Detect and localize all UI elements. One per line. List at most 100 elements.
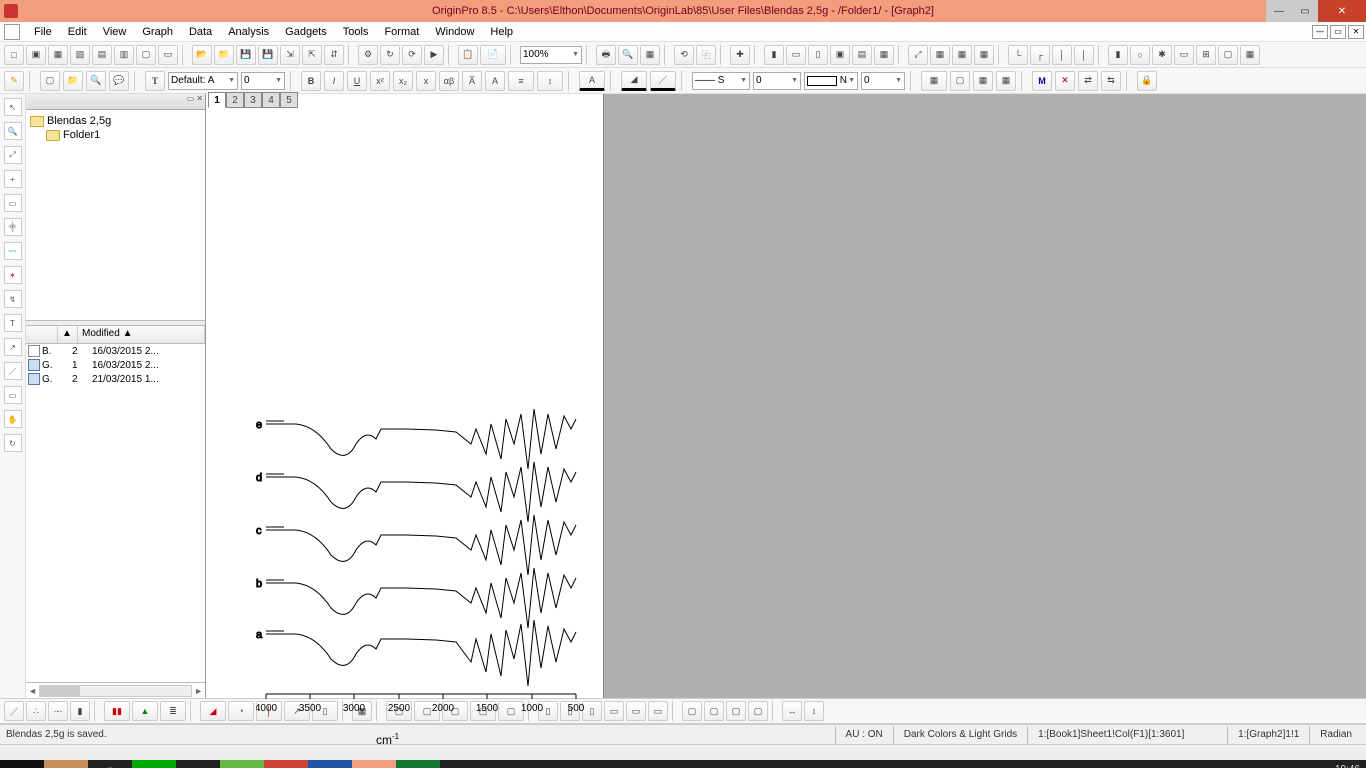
increase-font-button[interactable]: A̅ xyxy=(462,71,482,91)
rescale-button[interactable]: ⤢ xyxy=(908,45,928,65)
mdi-hscroll[interactable] xyxy=(0,744,1366,760)
line-spacing-button[interactable]: ↕ xyxy=(537,71,563,91)
open-dialog-button[interactable]: ▢ xyxy=(40,71,60,91)
swap-mask-button[interactable]: ⇄ xyxy=(1078,71,1098,91)
mask-button[interactable]: M xyxy=(1032,71,1052,91)
bold-button[interactable]: B xyxy=(301,71,321,91)
superscript-button[interactable]: x² xyxy=(370,71,390,91)
pan-tool[interactable]: ⤢ xyxy=(4,146,22,164)
layer-button-5[interactable]: 5 xyxy=(280,92,298,108)
view-windows-button[interactable]: ▦ xyxy=(874,45,894,65)
add-asterisk-button[interactable]: ✱ xyxy=(1152,45,1172,65)
layout-button[interactable]: ▦ xyxy=(973,71,993,91)
layer-button-3[interactable]: 3 xyxy=(244,92,262,108)
add-right-y-button[interactable]: │ xyxy=(1074,45,1094,65)
arrow-tool[interactable]: ↗ xyxy=(4,338,22,356)
pointer-tool[interactable]: ↖ xyxy=(4,98,22,116)
taskbar-powerpoint[interactable]: P xyxy=(264,760,308,768)
underline-button[interactable]: U xyxy=(347,71,367,91)
close-button[interactable]: ✕ xyxy=(1318,0,1366,22)
taskbar-excel[interactable]: X xyxy=(396,760,440,768)
line-plot-button[interactable]: ／ xyxy=(4,701,24,721)
same-width-button[interactable]: ↔ xyxy=(782,701,802,721)
mdi-close[interactable]: ✕ xyxy=(1348,25,1364,39)
taskbar-chrome[interactable]: ◉ xyxy=(176,760,220,768)
batch-button[interactable]: ⚙ xyxy=(358,45,378,65)
menu-tools[interactable]: Tools xyxy=(335,24,377,40)
align-button[interactable]: ≡ xyxy=(508,71,534,91)
taskbar-explorer[interactable]: 📁 xyxy=(44,760,88,768)
unmask-button[interactable]: ✕ xyxy=(1055,71,1075,91)
line-width-combo[interactable]: 0▼ xyxy=(753,72,801,90)
new-notes-button[interactable]: ▭ xyxy=(158,45,178,65)
extract-layers-button[interactable]: ▦ xyxy=(952,45,972,65)
new-layer-button[interactable]: ▦ xyxy=(930,45,950,65)
explorer-button[interactable]: 🔍 xyxy=(86,71,106,91)
line-style-combo[interactable]: —— S▼ xyxy=(692,72,750,90)
font-size-combo[interactable]: 0▼ xyxy=(241,72,285,90)
add-bubble-scale-button[interactable]: ○ xyxy=(1130,45,1150,65)
add-col-button[interactable]: ▮ xyxy=(764,45,784,65)
open-template-button[interactable]: 📁 xyxy=(214,45,234,65)
region-tool[interactable]: ✶ xyxy=(4,266,22,284)
rotate-tool[interactable]: ↻ xyxy=(4,434,22,452)
new-graph-button[interactable]: ▧ xyxy=(70,45,90,65)
font-button[interactable]: T xyxy=(145,71,165,91)
new-project-button[interactable]: □ xyxy=(4,45,24,65)
subscript-button[interactable]: x₂ xyxy=(393,71,413,91)
menu-data[interactable]: Data xyxy=(181,24,220,40)
start-button[interactable]: ⊞ xyxy=(0,760,44,768)
menu-edit[interactable]: Edit xyxy=(60,24,95,40)
new-matrix-button[interactable]: ▤ xyxy=(92,45,112,65)
menu-format[interactable]: Format xyxy=(376,24,427,40)
hand-tool[interactable]: ✋ xyxy=(4,410,22,428)
pattern-value-combo[interactable]: 0▼ xyxy=(861,72,905,90)
folder-button[interactable]: 📁 xyxy=(63,71,83,91)
rect-tool[interactable]: ▭ xyxy=(4,386,22,404)
menu-view[interactable]: View xyxy=(95,24,135,40)
menu-analysis[interactable]: Analysis xyxy=(220,24,277,40)
style-toolbar-button[interactable]: ▦ xyxy=(921,71,947,91)
recalc-all-button[interactable]: ⟳ xyxy=(402,45,422,65)
layer-button-1[interactable]: 1 xyxy=(208,92,226,108)
line-color-button[interactable]: ／ xyxy=(650,71,676,91)
import-ascii-button[interactable]: ⇱ xyxy=(302,45,322,65)
menu-window[interactable]: Window xyxy=(427,24,482,40)
project-tree[interactable]: Blendas 2,5g Folder1 xyxy=(26,110,205,320)
layer-button-4[interactable]: 4 xyxy=(262,92,280,108)
system-tray[interactable]: ▲ ⚑ ᯤ ▮ 🔊 19:46 21/03/2015 xyxy=(1224,764,1366,768)
reader-tool[interactable]: + xyxy=(4,170,22,188)
taskbar-clock[interactable]: 19:46 21/03/2015 xyxy=(1310,764,1360,768)
same-height-button[interactable]: ↕ xyxy=(804,701,824,721)
graph-window[interactable]: 1 2 3 4 5 4000 3500 3000 2500 2000 1500 … xyxy=(206,94,604,698)
align-top-button[interactable]: ▭ xyxy=(604,701,624,721)
menu-help[interactable]: Help xyxy=(482,24,521,40)
tree-folder[interactable]: Folder1 xyxy=(28,128,203,142)
decrease-font-button[interactable]: A xyxy=(485,71,505,91)
open-button[interactable]: 📂 xyxy=(192,45,212,65)
results-log-button[interactable]: ▭ xyxy=(786,45,806,65)
recalc-auto-button[interactable]: ▶ xyxy=(424,45,444,65)
zoom-tool[interactable]: 🔍 xyxy=(4,122,22,140)
area-plot-button[interactable]: ▲ xyxy=(132,701,158,721)
line-symbol-button[interactable]: ·-· xyxy=(48,701,68,721)
layer-button-2[interactable]: 2 xyxy=(226,92,244,108)
add-left-y-button[interactable]: │ xyxy=(1052,45,1072,65)
object-edit-button[interactable]: ▢ xyxy=(950,71,970,91)
font-color-button[interactable]: A xyxy=(579,71,605,91)
3d-bar-button[interactable]: ◢ xyxy=(200,701,226,721)
tree-root[interactable]: Blendas 2,5g xyxy=(28,114,203,128)
list-item[interactable]: B.216/03/2015 2... xyxy=(26,344,205,358)
hide-mask-button[interactable]: ⇆ xyxy=(1101,71,1121,91)
maximize-button[interactable]: ▭ xyxy=(1292,0,1318,22)
list-item[interactable]: G.116/03/2015 2... xyxy=(26,358,205,372)
menu-gadgets[interactable]: Gadgets xyxy=(277,24,335,40)
taskbar-utorrent[interactable]: µ xyxy=(220,760,264,768)
refresh-button[interactable]: ⟲ xyxy=(674,45,694,65)
scatter-plot-button[interactable]: ∴ xyxy=(26,701,46,721)
mdi-minimize[interactable]: — xyxy=(1312,25,1328,39)
project-explorer-button[interactable]: ▤ xyxy=(852,45,872,65)
digitizer-button[interactable]: ✚ xyxy=(730,45,750,65)
draw-data-tool[interactable]: ↯ xyxy=(4,290,22,308)
mdi-restore[interactable]: ▭ xyxy=(1330,25,1346,39)
